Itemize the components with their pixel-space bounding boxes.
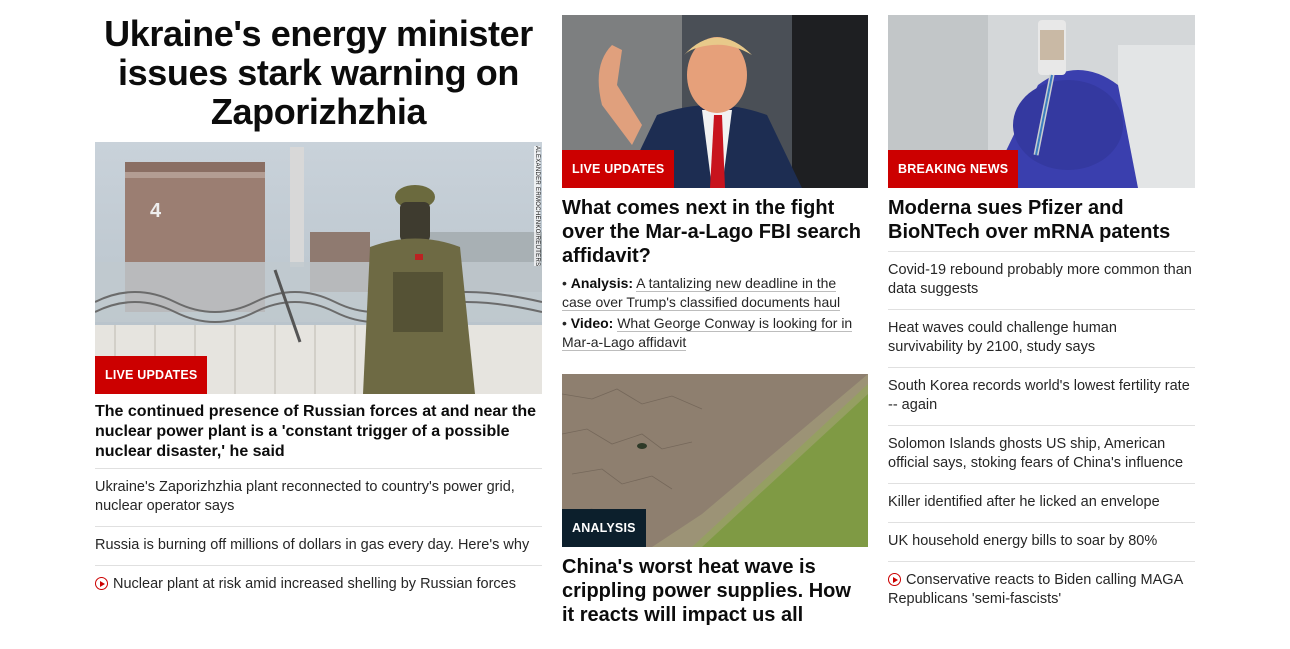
moderna-headline[interactable]: Moderna sues Pfizer and BioNTech over mR… bbox=[888, 196, 1195, 252]
trump-image[interactable]: LIVE UPDATES bbox=[562, 15, 868, 188]
list-item[interactable]: UK household energy bills to soar by 80% bbox=[888, 523, 1195, 562]
list-item[interactable]: Ukraine's Zaporizhzhia plant reconnected… bbox=[95, 469, 542, 527]
breaking-news-badge[interactable]: BREAKING NEWS bbox=[888, 150, 1019, 188]
related-list: Ukraine's Zaporizhzhia plant reconnected… bbox=[95, 469, 542, 604]
column-right: BREAKING NEWS Moderna sues Pfizer and Bi… bbox=[888, 0, 1195, 619]
heatwave-headline[interactable]: China's worst heat wave is crippling pow… bbox=[562, 555, 868, 627]
sublink-analysis[interactable]: • Analysis: A tantalizing new deadline i… bbox=[562, 274, 868, 312]
heatwave-image[interactable]: ANALYSIS bbox=[562, 374, 868, 547]
svg-text:4: 4 bbox=[150, 200, 162, 222]
list-item[interactable]: Russia is burning off millions of dollar… bbox=[95, 527, 542, 566]
image-credit: ALEXANDER ERMOCHENKO/REUTERS bbox=[534, 146, 540, 267]
live-updates-badge[interactable]: LIVE UPDATES bbox=[95, 356, 208, 394]
lead-summary[interactable]: The continued presence of Russian forces… bbox=[95, 402, 542, 469]
sublink-video[interactable]: • Video: What George Conway is looking f… bbox=[562, 314, 868, 352]
list-item[interactable]: Killer identified after he licked an env… bbox=[888, 484, 1195, 523]
list-item[interactable]: Conservative reacts to Biden calling MAG… bbox=[888, 562, 1195, 619]
zaporizhzhia-image[interactable]: 4 ALEXANDER ERMOCHENKO/REUTERS LIVE UPDA… bbox=[95, 142, 542, 394]
analysis-badge[interactable]: ANALYSIS bbox=[562, 509, 646, 547]
list-item[interactable]: Heat waves could challenge human surviva… bbox=[888, 310, 1195, 368]
play-circle-icon bbox=[888, 573, 901, 586]
list-item[interactable]: Solomon Islands ghosts US ship, American… bbox=[888, 426, 1195, 484]
live-updates-badge[interactable]: LIVE UPDATES bbox=[562, 150, 675, 188]
list-item[interactable]: Nuclear plant at risk amid increased she… bbox=[95, 566, 542, 604]
vaccine-image[interactable]: BREAKING NEWS bbox=[888, 15, 1195, 188]
column-middle: LIVE UPDATES What comes next in the figh… bbox=[562, 0, 868, 627]
play-circle-icon bbox=[95, 577, 108, 590]
list-item[interactable]: Covid-19 rebound probably more common th… bbox=[888, 252, 1195, 310]
headline-list: Covid-19 rebound probably more common th… bbox=[888, 252, 1195, 619]
top-story-headline[interactable]: What comes next in the fight over the Ma… bbox=[562, 196, 868, 268]
column-main: Ukraine's energy minister issues stark w… bbox=[95, 0, 542, 604]
main-headline[interactable]: Ukraine's energy minister issues stark w… bbox=[95, 14, 542, 131]
list-item[interactable]: South Korea records world's lowest ferti… bbox=[888, 368, 1195, 426]
related-sublinks: • Analysis: A tantalizing new deadline i… bbox=[562, 274, 868, 352]
